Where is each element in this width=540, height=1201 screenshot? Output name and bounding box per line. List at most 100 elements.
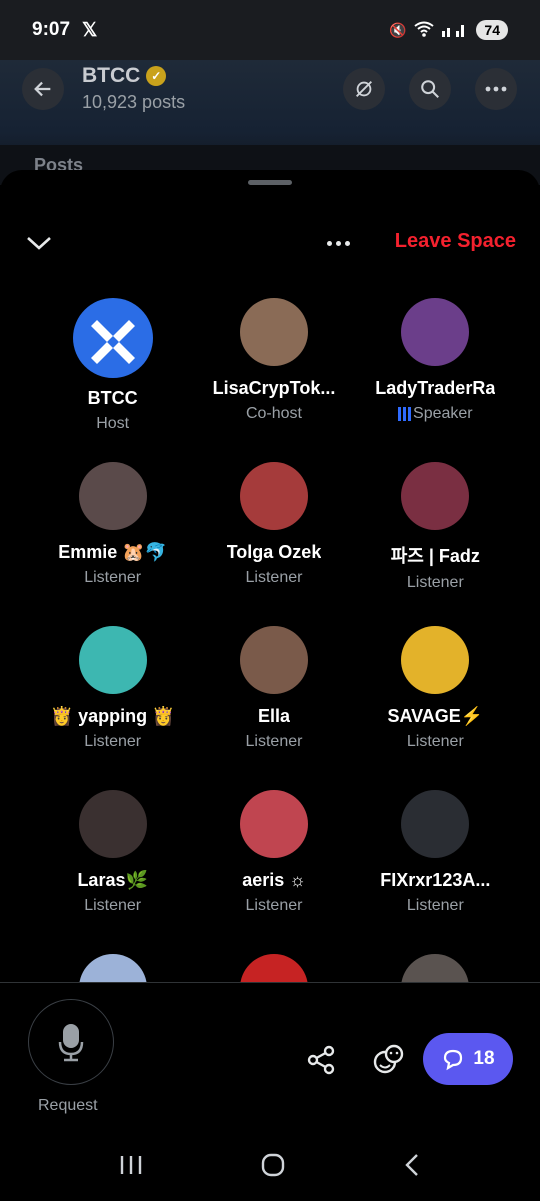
participant-role-label: Listener (245, 897, 303, 914)
participant-role: Listener (246, 733, 303, 751)
participant-avatar[interactable] (401, 790, 470, 858)
participant-role-label: Listener (406, 897, 464, 914)
emoji-icon (373, 1044, 404, 1074)
dot-icon (335, 240, 341, 246)
participant-role: Listener (246, 897, 303, 915)
comments-button[interactable]: 18 (423, 1033, 513, 1085)
participant-avatar[interactable] (239, 626, 308, 694)
participant-role-label: Listener (84, 733, 142, 750)
participant-item[interactable]: LadyTraderRa Speaker (355, 298, 516, 462)
hide-button[interactable] (343, 68, 385, 110)
participant-item[interactable]: aeris ☼ Listener (193, 790, 354, 954)
participant-item[interactable]: Tolga Ozek Listener (193, 462, 354, 626)
status-time: 9:07 (32, 19, 71, 40)
request-mic-button[interactable] (28, 999, 114, 1085)
space-controls: Request 18 (0, 982, 540, 1201)
comment-count: 18 (473, 1048, 495, 1069)
participant-role: Listener (407, 733, 464, 751)
more-horizontal-icon (485, 86, 507, 92)
participant-name: 👸 yapping 👸 (50, 706, 175, 726)
btcc-logo-icon (90, 320, 135, 364)
back-button[interactable] (22, 68, 64, 110)
microphone-icon (58, 1024, 84, 1062)
participant-role: Listener (84, 569, 141, 587)
participant-name: LadyTraderRa (375, 378, 496, 398)
participant-role-label: Listener (406, 733, 464, 750)
participant-name: LisaCrypTok... (212, 378, 336, 398)
participant-avatar[interactable] (401, 462, 470, 530)
participant-item[interactable]: Laras🌿 Listener (32, 790, 193, 954)
dot-icon (344, 240, 350, 246)
speaking-indicator-icon (398, 407, 412, 421)
profile-post-count: 10,923 posts (82, 92, 186, 112)
participant-name: FIXrxr123A... (380, 870, 491, 890)
home-icon (261, 1153, 285, 1176)
participant-avatar[interactable] (239, 790, 308, 858)
participant-avatar[interactable] (401, 298, 470, 366)
participant-role-label: Listener (84, 569, 142, 586)
leave-space-button[interactable]: Leave Space (395, 230, 516, 253)
wifi-icon (414, 21, 435, 40)
participant-item[interactable]: BTCC Host (32, 298, 193, 462)
participant-role-label: Listener (245, 569, 303, 586)
participant-role: Listener (84, 733, 141, 751)
participant-avatar[interactable] (78, 626, 147, 694)
collapse-button[interactable] (24, 228, 54, 258)
participant-role-label: Listener (406, 574, 464, 591)
recent-apps-button[interactable] (118, 1154, 144, 1181)
participant-role-label: Host (96, 415, 130, 432)
participant-name: 파즈 | Fadz (390, 546, 480, 566)
participant-role: Listener (246, 569, 303, 587)
participant-avatar[interactable] (239, 298, 308, 366)
home-button[interactable] (260, 1152, 286, 1183)
participant-role: Host (96, 415, 129, 433)
participant-avatar[interactable] (78, 790, 147, 858)
participant-name: SAVAGE⚡ (387, 706, 484, 726)
participant-item[interactable]: 파즈 | Fadz Listener (355, 462, 516, 626)
participant-item[interactable]: Emmie 🐹🐬 Listener (32, 462, 193, 626)
share-button[interactable] (302, 1041, 340, 1079)
participant-role: Listener (407, 897, 464, 915)
request-label: Request (38, 1097, 98, 1114)
header-more-button[interactable] (475, 68, 517, 110)
dot-icon (326, 240, 332, 246)
verified-badge-icon: ✓ (146, 66, 167, 86)
host-avatar[interactable] (72, 298, 153, 378)
participant-name: Laras🌿 (77, 870, 148, 890)
participant-role: Listener (84, 897, 141, 915)
profile-title: BTCC ✓ (82, 64, 167, 88)
search-button[interactable] (409, 68, 451, 110)
signal-icon (442, 21, 468, 40)
participant-role: Co-host (246, 405, 302, 423)
drag-handle[interactable] (248, 180, 292, 185)
participant-item[interactable]: Ella Listener (193, 626, 354, 790)
status-bar: 9:07 𝕏 🔇 74 (0, 0, 540, 60)
participants-grid: BTCC Host LisaCrypTok... Co-host LadyTraderR… (32, 298, 516, 988)
arrow-left-icon (34, 81, 51, 97)
participant-item[interactable]: 👸 yapping 👸 Listener (32, 626, 193, 790)
mute-icon: 🔇 (388, 21, 407, 38)
participant-item[interactable]: FIXrxr123A... Listener (355, 790, 516, 954)
participant-role-label: Listener (84, 897, 142, 914)
space-more-button[interactable] (322, 228, 354, 258)
nav-back-button[interactable] (402, 1152, 422, 1183)
chevron-down-icon (27, 237, 51, 250)
x-logo-icon: 𝕏 (82, 19, 98, 41)
participant-avatar[interactable] (78, 462, 147, 530)
participant-avatar[interactable] (401, 626, 470, 694)
participant-name: aeris ☼ (242, 870, 306, 890)
android-nav-bar (0, 1133, 540, 1201)
chevron-left-icon (405, 1153, 418, 1176)
participant-role: Speaker (398, 405, 473, 423)
participant-role-label: Co-host (245, 405, 302, 422)
recent-apps-icon (120, 1155, 142, 1174)
reaction-button[interactable] (370, 1041, 408, 1079)
participant-role-label: Speaker (413, 405, 473, 422)
participant-avatar[interactable] (239, 462, 308, 530)
participant-role: Listener (407, 574, 464, 592)
profile-name: BTCC (82, 64, 141, 87)
participant-item[interactable]: SAVAGE⚡ Listener (355, 626, 516, 790)
participant-name: Tolga Ozek (226, 542, 322, 562)
participant-item[interactable]: LisaCrypTok... Co-host (193, 298, 354, 462)
participant-name: BTCC (87, 388, 138, 408)
